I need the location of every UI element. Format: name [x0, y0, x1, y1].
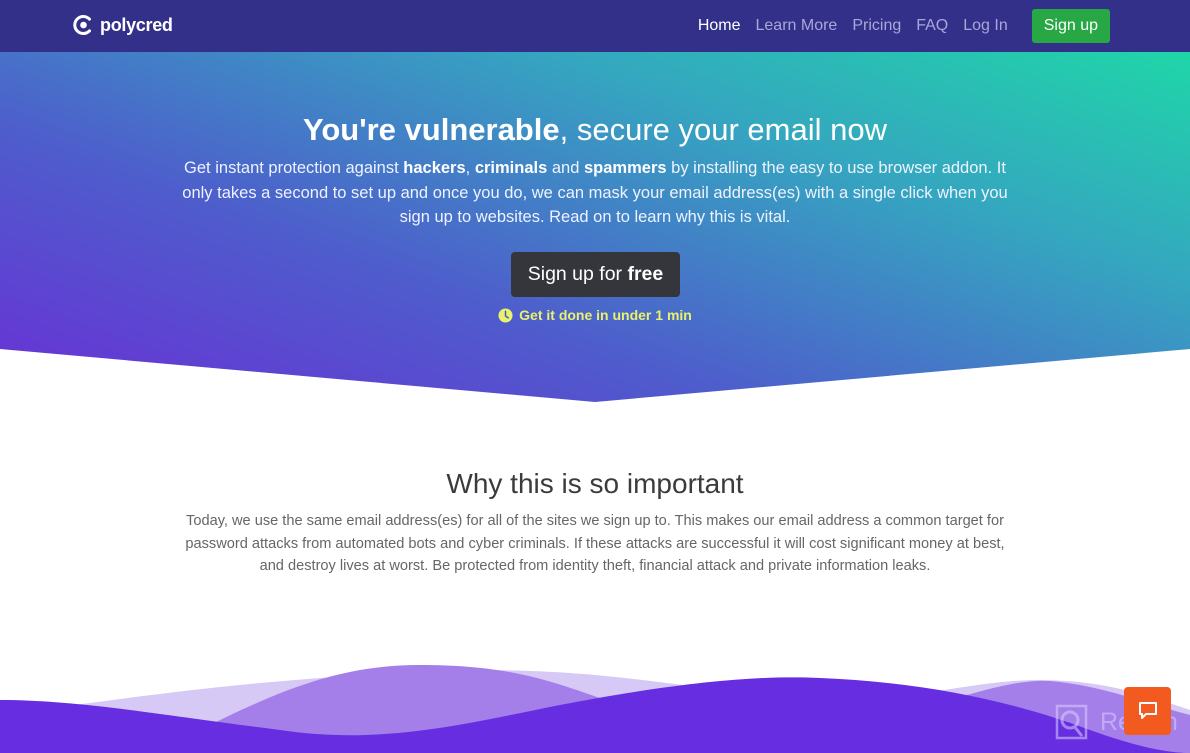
hero-title: You're vulnerable, secure your email now [0, 112, 1190, 148]
nav-link-faq[interactable]: FAQ [916, 9, 948, 43]
main-nav: Home Learn More Pricing FAQ Log In Sign … [683, 9, 1110, 43]
hero-desc-hackers: hackers [403, 159, 466, 177]
hero-desc-text: and [547, 159, 584, 177]
signup-free-button[interactable]: Sign up for free [511, 252, 680, 297]
importance-title: Why this is so important [446, 468, 744, 499]
brand-logo[interactable]: polycred [72, 14, 173, 36]
hero-desc-criminals: criminals [474, 159, 548, 177]
nav-signup-button[interactable]: Sign up [1031, 9, 1110, 43]
navbar: polycred Home Learn More Pricing FAQ Log… [0, 0, 1190, 52]
decorative-waves [0, 665, 1190, 753]
nav-link-pricing[interactable]: Pricing [852, 9, 901, 43]
signup-time-text: Get it done in under 1 min [519, 307, 692, 323]
nav-link-home[interactable]: Home [698, 9, 741, 43]
hero-desc-text: , [465, 159, 475, 177]
signup-time-note: Get it done in under 1 min [0, 307, 1190, 323]
hero-section: You're vulnerable, secure your email now… [0, 52, 1190, 402]
hero-title-rest: , secure your email now [559, 112, 887, 147]
polycred-logo-icon [73, 15, 91, 35]
chat-widget-button[interactable] [1124, 687, 1171, 735]
revain-logo-icon [1055, 704, 1088, 740]
hero-desc-text: Get instant protection against [184, 159, 404, 177]
nav-link-learn-more[interactable]: Learn More [756, 9, 838, 43]
chat-bubble-icon [1138, 702, 1157, 719]
clock-icon [498, 307, 513, 323]
hero-title-bold: You're vulnerable [303, 112, 560, 147]
nav-link-log-in[interactable]: Log In [963, 9, 1007, 43]
hero-description: Get instant protection against hackers, … [175, 156, 1015, 230]
cta-bold: free [627, 263, 664, 285]
importance-text: Today, we use the same email address(es)… [185, 513, 1005, 574]
brand-name: polycred [100, 14, 173, 35]
cta-prefix: Sign up for [527, 263, 628, 285]
hero-desc-spammers: spammers [584, 159, 667, 177]
